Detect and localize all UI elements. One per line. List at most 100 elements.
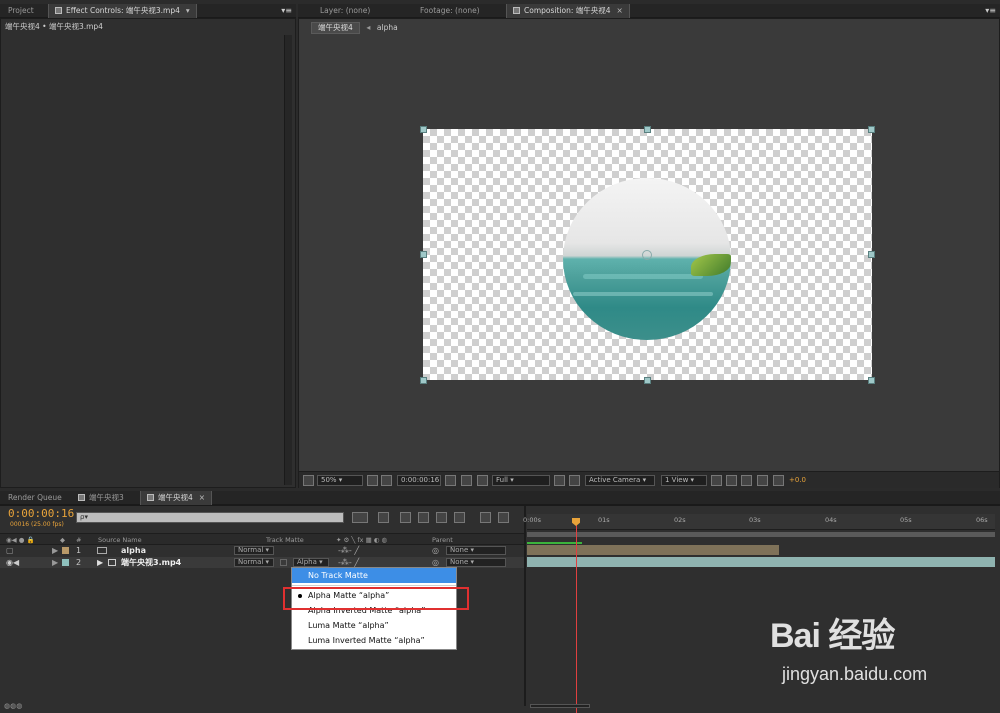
lock-icon[interactable]: [513, 7, 520, 14]
transform-handle[interactable]: [644, 377, 651, 384]
tab-project[interactable]: Project: [2, 4, 40, 18]
layer-clip-bar[interactable]: [527, 557, 995, 567]
menu-item-luma-matte[interactable]: Luma Matte “alpha”: [292, 618, 456, 633]
parent-pick-whip-icon[interactable]: ◎: [432, 545, 439, 556]
close-icon[interactable]: ×: [199, 493, 205, 502]
transform-handle[interactable]: [420, 126, 427, 133]
current-timecode[interactable]: 0:00:00:16: [8, 507, 74, 520]
panel-menu-arrow-icon[interactable]: ▾: [186, 6, 190, 15]
viewer-control-bar: 50% ▾ 0:00:00:16 Full ▾ Active Camera ▾ …: [299, 471, 999, 488]
flowchart-icon[interactable]: [757, 475, 768, 486]
comp-breadcrumb: 端午央视4 ◂ alpha: [311, 22, 398, 34]
expand-arrow-icon[interactable]: ▶: [52, 545, 58, 556]
search-icon: ρ▾: [80, 513, 88, 521]
close-icon[interactable]: ×: [617, 6, 623, 15]
tab-effect-controls[interactable]: Effect Controls: 端午央视3.mp4 ▾: [48, 4, 197, 18]
exposure-icon[interactable]: [773, 475, 784, 486]
mask-visibility-icon[interactable]: [381, 475, 392, 486]
transparency-grid-icon[interactable]: [569, 475, 580, 486]
safe-margins-icon[interactable]: [367, 475, 378, 486]
layer-search-input[interactable]: ρ▾: [76, 512, 344, 523]
zoom-select[interactable]: 50% ▾: [317, 475, 363, 486]
composition-mini-flowchart-icon[interactable]: [352, 512, 368, 523]
hide-shy-layers-icon[interactable]: [418, 512, 429, 523]
breadcrumb-comp[interactable]: 端午央视4: [311, 22, 360, 34]
playhead[interactable]: [576, 519, 577, 713]
always-preview-icon[interactable]: [303, 475, 314, 486]
motion-blur-icon[interactable]: [454, 512, 465, 523]
draft-3d-icon[interactable]: [400, 512, 411, 523]
comp-icon: [78, 494, 85, 501]
tab-comp-4[interactable]: 端午央视4 ×: [140, 491, 213, 505]
tab-layer[interactable]: Layer: (none): [314, 4, 376, 18]
track-matte-select[interactable]: Alpha ▾: [293, 558, 329, 567]
layer-clip-bar[interactable]: [527, 545, 779, 555]
fast-previews-icon[interactable]: [726, 475, 737, 486]
work-area-bar[interactable]: [527, 532, 995, 537]
ruler-tick-label: 02s: [674, 516, 686, 524]
tab-composition[interactable]: Composition: 端午央视4 ×: [506, 4, 630, 18]
blend-mode-select[interactable]: Normal ▾: [234, 558, 274, 567]
menu-item-luma-inverted-matte[interactable]: Luma Inverted Matte “alpha”: [292, 633, 456, 648]
time-ruler[interactable]: 0:00s 01s 02s 03s 04s 05s 06s: [523, 514, 995, 530]
lock-icon[interactable]: [55, 7, 62, 14]
water-streak: [573, 292, 713, 296]
layer-label-color[interactable]: [62, 559, 69, 566]
transform-handle[interactable]: [420, 251, 427, 258]
view-layout-select[interactable]: 1 View ▾: [661, 475, 707, 486]
parent-select[interactable]: None ▾: [446, 546, 506, 555]
transform-handle[interactable]: [868, 126, 875, 133]
transform-handle[interactable]: [868, 377, 875, 384]
layer-label-color[interactable]: [62, 547, 69, 554]
transform-handle[interactable]: [868, 251, 875, 258]
breadcrumb-arrow-icon: ◂: [366, 23, 371, 32]
timeline-icon[interactable]: [741, 475, 752, 486]
channel-icon[interactable]: [477, 475, 488, 486]
tab-render-queue[interactable]: Render Queue: [2, 491, 68, 505]
ruler-tick-label: 01s: [598, 516, 610, 524]
layer-row[interactable]: ▢ ▶ 1 alpha Normal ▾ -⁂- ╱ ◎ None ▾: [0, 545, 524, 556]
show-snapshot-icon[interactable]: [461, 475, 472, 486]
preserve-transparency-icon[interactable]: [280, 559, 287, 566]
camera-select[interactable]: Active Camera ▾: [585, 475, 655, 486]
comp-tab-bar: Layer: (none) Footage: (none) Compositio…: [298, 4, 1000, 18]
expand-arrow-icon[interactable]: ▶: [52, 557, 58, 568]
effect-controls-scrollbar[interactable]: [284, 35, 292, 485]
viewer-timecode[interactable]: 0:00:00:16: [397, 475, 441, 486]
parent-select[interactable]: None ▾: [446, 558, 506, 567]
video-audio-switch-icon[interactable]: ◉◀: [6, 557, 19, 568]
frame-blending-icon[interactable]: [436, 512, 447, 523]
exposure-value[interactable]: +0.0: [789, 476, 806, 484]
effect-controls-panel: 端午央视4 • 端午央视3.mp4: [0, 18, 296, 488]
ruler-tick-label: 05s: [900, 516, 912, 524]
panel-menu-icon[interactable]: ▾≡: [985, 4, 996, 18]
brainstorm-icon[interactable]: [480, 512, 491, 523]
anchor-point-icon[interactable]: [642, 250, 652, 260]
blend-mode-select[interactable]: Normal ▾: [234, 546, 274, 555]
tab-footage[interactable]: Footage: (none): [414, 4, 486, 18]
auto-keyframe-icon[interactable]: [498, 512, 509, 523]
region-of-interest-icon[interactable]: [554, 475, 565, 486]
transform-handle[interactable]: [644, 126, 651, 133]
transform-handle[interactable]: [420, 377, 427, 384]
video-switch-icon[interactable]: ▢: [6, 545, 14, 556]
layer-type-icon: [97, 547, 107, 554]
zoom-slider[interactable]: [530, 704, 590, 708]
comp-icon: [147, 494, 154, 501]
live-update-icon[interactable]: [378, 512, 389, 523]
resolution-select[interactable]: Full ▾: [492, 475, 550, 486]
snapshot-icon[interactable]: [445, 475, 456, 486]
breadcrumb-layer[interactable]: alpha: [377, 23, 398, 32]
layer-switches-icons[interactable]: -⁂- ╱: [338, 545, 359, 556]
panel-menu-icon[interactable]: ▾≡: [281, 4, 292, 18]
toggle-pixel-aspect-icon[interactable]: [711, 475, 722, 486]
menu-separator: [292, 585, 456, 586]
tab-comp-3[interactable]: 端午央视3: [72, 491, 130, 505]
menu-item-no-track-matte[interactable]: No Track Matte: [292, 568, 456, 583]
timeline-divider[interactable]: [524, 506, 526, 706]
layer-number: 1: [76, 546, 82, 555]
track-matte-source-icon: ▶: [97, 558, 104, 567]
layer-name[interactable]: alpha: [121, 545, 146, 556]
timeline-footer-icons[interactable]: ◍◍◍: [4, 702, 22, 710]
layer-name[interactable]: 端午央视3.mp4: [121, 557, 181, 568]
